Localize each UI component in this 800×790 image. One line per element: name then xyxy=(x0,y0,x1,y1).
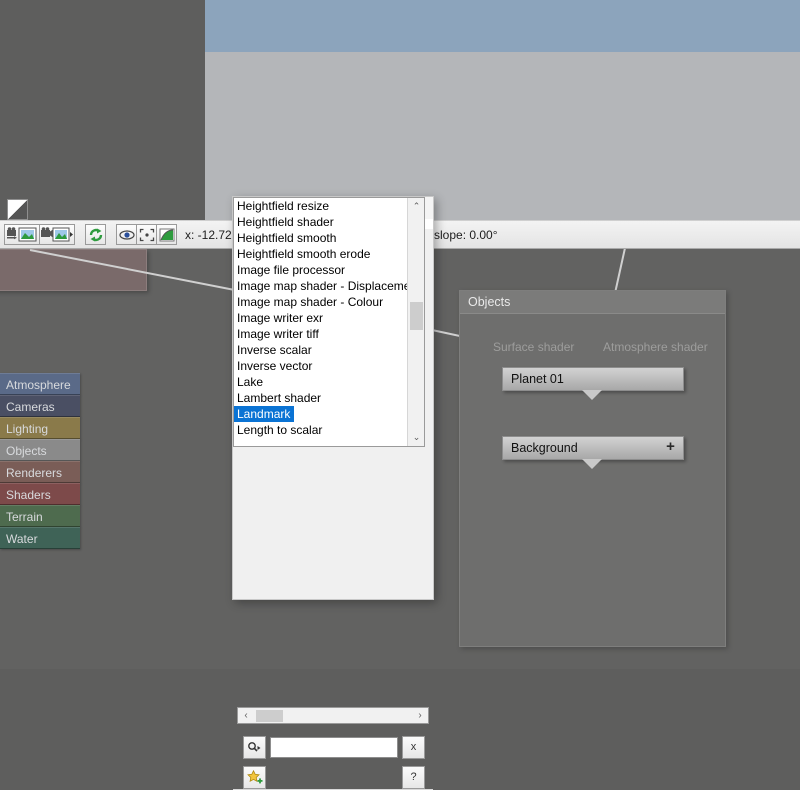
node-group-shaders[interactable] xyxy=(0,249,147,291)
node-search-row: x xyxy=(243,735,425,759)
list-item[interactable]: Inverse vector xyxy=(234,358,408,374)
render-current-view-icon[interactable] xyxy=(4,224,40,245)
node-category-sidebar[interactable]: Atmosphere Cameras Lighting Objects Rend… xyxy=(0,373,80,549)
vertical-scrollbar-thumb[interactable] xyxy=(410,302,423,330)
list-item[interactable]: Heightfield resize xyxy=(234,198,408,214)
toolbar-group-view xyxy=(116,224,177,245)
node-planet-01[interactable]: Planet 01 xyxy=(502,367,684,391)
sidebar-item-lighting[interactable]: Lighting xyxy=(0,417,80,439)
eye-visibility-icon[interactable] xyxy=(116,224,137,245)
node-list-horizontal-scrollbar[interactable]: ‹ › xyxy=(237,707,429,724)
scroll-up-icon[interactable]: ⌃ xyxy=(408,198,424,215)
help-button[interactable]: ? xyxy=(402,765,425,789)
port-label-atmosphere-shader: Atmosphere shader xyxy=(603,340,708,354)
search-input[interactable] xyxy=(270,736,398,758)
sidebar-item-shaders[interactable]: Shaders xyxy=(0,483,80,505)
toolbar-group-render xyxy=(4,224,75,245)
sidebar-item-water[interactable]: Water xyxy=(0,527,80,549)
list-item[interactable]: Image writer tiff xyxy=(234,326,408,342)
sidebar-item-terrain[interactable]: Terrain xyxy=(0,505,80,527)
star-plus-icon[interactable] xyxy=(243,765,266,789)
node-background-add-icon[interactable]: + xyxy=(664,439,677,454)
list-item[interactable]: Heightfield smooth xyxy=(234,230,408,246)
list-item[interactable]: Lake xyxy=(234,374,408,390)
list-item[interactable]: Heightfield smooth erode xyxy=(234,246,408,262)
scroll-left-icon[interactable]: ‹ xyxy=(238,710,254,721)
quick-node-palette-dialog[interactable]: Quick Node Palette × All Nodes ⌄ Heightf… xyxy=(232,196,434,790)
list-item[interactable]: Length to scalar xyxy=(234,422,408,438)
viewport-sky xyxy=(205,0,800,52)
clear-search-button[interactable]: x xyxy=(402,735,425,759)
node-list-items: Heightfield resize Heightfield shader He… xyxy=(234,198,408,438)
contrast-icon[interactable] xyxy=(7,199,28,220)
node-planet-01-output-arrow xyxy=(582,390,602,400)
render-options-icon[interactable] xyxy=(39,224,75,245)
list-item[interactable]: Inverse scalar xyxy=(234,342,408,358)
list-item[interactable]: Image writer exr xyxy=(234,310,408,326)
node-list-vertical-scrollbar[interactable]: ⌃ ⌄ xyxy=(407,198,424,446)
curve-display-icon[interactable] xyxy=(156,224,177,245)
crop-region-icon[interactable] xyxy=(136,224,157,245)
sidebar-item-objects[interactable]: Objects xyxy=(0,439,80,461)
sidebar-item-atmosphere[interactable]: Atmosphere xyxy=(0,373,80,395)
list-item[interactable]: Image file processor xyxy=(234,262,408,278)
port-label-surface-shader: Surface shader xyxy=(493,340,575,354)
node-palette-bottom-row: ? xyxy=(243,765,425,789)
sidebar-item-cameras[interactable]: Cameras xyxy=(0,395,80,417)
node-planet-01-label: Planet 01 xyxy=(511,372,564,386)
list-item[interactable]: Lambert shader xyxy=(234,390,408,406)
scroll-right-icon[interactable]: › xyxy=(412,710,428,721)
list-item[interactable]: Heightfield shader xyxy=(234,214,408,230)
node-background-label: Background xyxy=(511,441,578,455)
objects-panel-title: Objects xyxy=(460,291,725,314)
node-list[interactable]: Heightfield resize Heightfield shader He… xyxy=(233,197,425,447)
refresh-icon[interactable] xyxy=(85,224,106,245)
scroll-down-icon[interactable]: ⌄ xyxy=(408,429,424,446)
objects-group-panel[interactable]: Objects Surface shader Atmosphere shader… xyxy=(459,290,726,647)
search-options-icon[interactable] xyxy=(243,735,266,759)
sidebar-item-renderers[interactable]: Renderers xyxy=(0,461,80,483)
list-item-selected-label: Landmark xyxy=(234,406,295,422)
canvas-top-strip xyxy=(0,195,205,220)
node-background[interactable]: Background + xyxy=(502,436,684,460)
list-item-selected[interactable]: Landmark xyxy=(234,406,408,422)
horizontal-scrollbar-thumb[interactable] xyxy=(256,710,283,722)
node-background-output-arrow xyxy=(582,459,602,469)
cursor-slope: slope: 0.00° xyxy=(434,227,498,242)
list-item[interactable]: Image map shader - Colour xyxy=(234,294,408,310)
toolbar-group-refresh xyxy=(85,224,106,245)
list-item[interactable]: Image map shader - Displacement xyxy=(234,278,408,294)
